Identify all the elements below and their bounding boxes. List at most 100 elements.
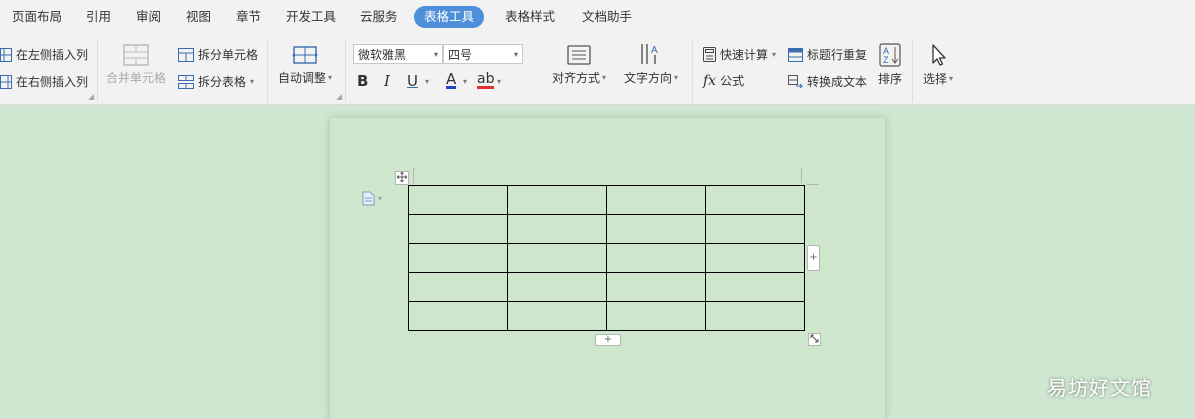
table-cell[interactable] [705, 214, 805, 244]
add-row-button[interactable]: + [595, 334, 621, 346]
document-table[interactable] [408, 185, 805, 331]
insert-left-column-button[interactable]: 在左侧插入列 [0, 46, 88, 63]
text-direction-label: 文字方向 [624, 71, 673, 85]
group-launcher-icon[interactable]: ◢ [88, 92, 94, 101]
separator [267, 40, 268, 102]
auto-fit-label-wrap: 自动调整 ▾ [278, 69, 332, 86]
auto-fit-button[interactable]: 自动调整 ▾ [278, 44, 332, 86]
insert-right-column-button[interactable]: 在右侧插入列 [0, 73, 88, 90]
add-column-button[interactable]: + [807, 245, 820, 271]
table-cell[interactable] [606, 214, 706, 244]
formula-button[interactable]: fx 公式 [703, 72, 744, 89]
table-guide-line [801, 168, 802, 183]
tab-view[interactable]: 视图 [176, 6, 221, 28]
separator [692, 40, 693, 102]
tab-table-style[interactable]: 表格样式 [495, 6, 565, 28]
tab-developer[interactable]: 开发工具 [276, 6, 346, 28]
table-cell[interactable] [705, 301, 805, 331]
options-dropdown-icon: ▾ [378, 194, 383, 203]
font-name-select[interactable]: 微软雅黑 ▾ [353, 44, 443, 64]
formula-label: 公式 [720, 74, 745, 88]
underline-dropdown-icon[interactable]: ▾ [425, 77, 429, 86]
insert-column-left-icon [0, 47, 12, 62]
table-cell[interactable] [507, 243, 607, 273]
table-cell[interactable] [705, 185, 805, 215]
table-cell[interactable] [606, 272, 706, 302]
table-row [408, 243, 805, 273]
table-cell[interactable] [408, 243, 508, 273]
svg-text:Z: Z [883, 55, 889, 65]
table-row [408, 185, 805, 215]
table-row [408, 301, 805, 331]
font-name-dropdown-icon: ▾ [433, 50, 438, 59]
split-cells-label: 拆分单元格 [198, 48, 259, 62]
table-move-handle[interactable] [395, 171, 409, 185]
table-cell[interactable] [705, 243, 805, 273]
tab-table-tools[interactable]: 表格工具 [414, 6, 485, 28]
watermark-text: 易坊好文馆 [1047, 376, 1152, 400]
table-cell[interactable] [705, 272, 805, 302]
font-color-dropdown-icon[interactable]: ▾ [463, 77, 467, 86]
table-cell[interactable] [408, 185, 508, 215]
tab-references[interactable]: 引用 [76, 6, 121, 28]
tab-doc-assistant[interactable]: 文档助手 [572, 6, 642, 28]
table-cell[interactable] [606, 185, 706, 215]
align-button[interactable]: 对齐方式 ▾ [552, 44, 606, 86]
align-label-wrap: 对齐方式 ▾ [552, 69, 606, 86]
paste-options-button[interactable]: ▾ [362, 191, 382, 206]
calculator-icon [703, 47, 716, 62]
merge-cells-button[interactable]: 合并单元格 [106, 44, 166, 86]
align-label: 对齐方式 [552, 71, 601, 85]
select-button[interactable]: 选择 ▾ [923, 43, 953, 87]
font-size-select[interactable]: 四号 ▾ [443, 44, 523, 64]
text-direction-button[interactable]: A 文字方向 ▾ [624, 42, 678, 86]
resize-diagonal-icon [810, 334, 819, 343]
sort-button[interactable]: AZ 排序 [878, 43, 902, 87]
italic-button[interactable]: I [384, 72, 390, 90]
auto-fit-label: 自动调整 [278, 71, 327, 85]
tab-chapter[interactable]: 章节 [226, 6, 271, 28]
convert-to-text-label: 转换成文本 [807, 75, 868, 89]
bold-button[interactable]: B [357, 72, 368, 90]
group-launcher-icon[interactable]: ◢ [336, 92, 342, 101]
table-resize-handle[interactable] [808, 333, 821, 346]
table-cell[interactable] [507, 301, 607, 331]
quick-calc-button[interactable]: 快速计算 ▾ [703, 46, 776, 63]
separator [97, 40, 98, 102]
split-table-button[interactable]: 拆分表格 ▾ [178, 73, 254, 90]
quick-calc-dropdown-icon: ▾ [772, 50, 777, 59]
repeat-header-button[interactable]: 标题行重复 [788, 46, 867, 63]
table-row [408, 214, 805, 244]
font-color-button[interactable]: A [446, 72, 457, 89]
font-size-value: 四号 [448, 48, 473, 62]
table-cell[interactable] [507, 272, 607, 302]
tab-page-layout[interactable]: 页面布局 [2, 6, 72, 28]
tab-cloud[interactable]: 云服务 [350, 6, 408, 28]
table-cell[interactable] [606, 301, 706, 331]
merge-cells-icon [123, 44, 149, 66]
table-cell[interactable] [408, 272, 508, 302]
move-cross-icon [396, 171, 408, 183]
table-cell[interactable] [408, 214, 508, 244]
highlight-dropdown-icon[interactable]: ▾ [497, 77, 501, 86]
split-table-label: 拆分表格 [198, 75, 247, 89]
text-direction-dropdown-icon: ▾ [674, 73, 679, 82]
split-table-icon [178, 74, 194, 89]
sort-label: 排序 [878, 72, 903, 86]
table-cell[interactable] [408, 301, 508, 331]
table-cell[interactable] [606, 243, 706, 273]
font-name-value: 微软雅黑 [358, 48, 407, 62]
separator [912, 40, 913, 102]
text-direction-label-wrap: 文字方向 ▾ [624, 69, 678, 86]
table-cell[interactable] [507, 185, 607, 215]
highlight-button[interactable]: ab [477, 72, 495, 89]
convert-to-text-button[interactable]: 转换成文本 [788, 73, 867, 90]
table-cell[interactable] [507, 214, 607, 244]
align-icon [567, 44, 591, 66]
underline-button[interactable]: U [407, 72, 418, 90]
tab-review[interactable]: 审阅 [126, 6, 171, 28]
insert-left-label: 在左侧插入列 [16, 48, 89, 62]
select-label-wrap: 选择 ▾ [923, 70, 953, 87]
split-cells-button[interactable]: 拆分单元格 [178, 46, 258, 63]
split-cells-icon [178, 47, 194, 62]
